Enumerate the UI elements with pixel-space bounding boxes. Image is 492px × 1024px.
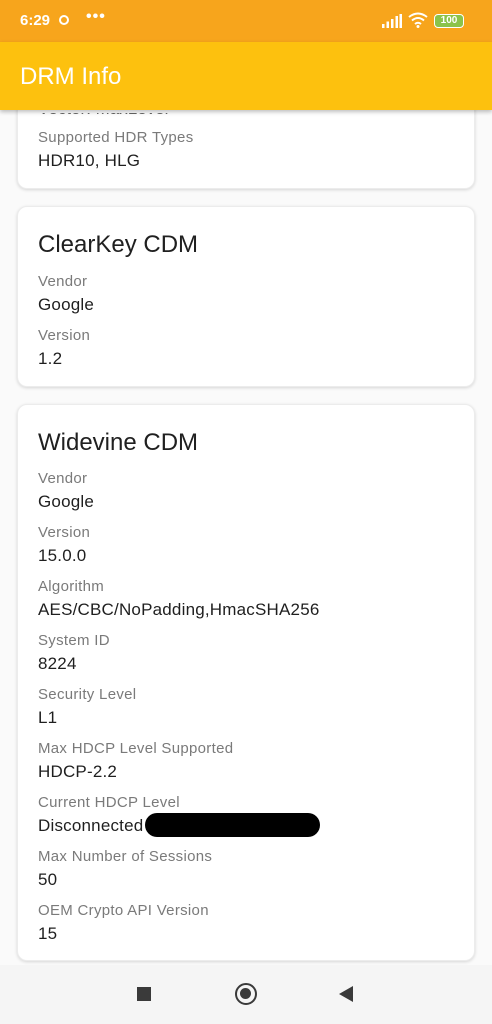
card-title: ClearKey CDM bbox=[38, 231, 199, 258]
field-label: Version bbox=[38, 524, 91, 541]
app-bar: DRM Info bbox=[0, 42, 492, 110]
field-value: 15 bbox=[38, 924, 58, 943]
redaction-bar bbox=[145, 812, 321, 837]
card-title: Widevine CDM bbox=[38, 429, 199, 456]
field-max-sessions: Max Number of Sessions 50 bbox=[38, 848, 212, 891]
field-system-id: System ID 8224 bbox=[38, 632, 110, 675]
widevine-cdm-card: Widevine CDM Vendor Google Version 15.0.… bbox=[17, 404, 475, 961]
field-label: Security Level bbox=[38, 686, 137, 703]
app-title: DRM Info bbox=[20, 63, 122, 90]
field-current-hdcp-level: Current HDCP Level Disconnected bbox=[38, 794, 321, 837]
clearkey-cdm-card: ClearKey CDM Vendor Google Version 1.2 bbox=[17, 206, 475, 387]
signal-icon bbox=[382, 14, 402, 28]
field-value: 8224 bbox=[38, 654, 77, 673]
wifi-icon bbox=[408, 12, 428, 28]
field-value: Google bbox=[38, 492, 95, 511]
field-security-level: Security Level L1 bbox=[38, 686, 136, 729]
field-value: L1 bbox=[38, 708, 58, 727]
field-supported-hdr-types: Supported HDR Types HDR10, HLG bbox=[38, 129, 194, 172]
field-label: Vendor bbox=[38, 273, 88, 290]
field-value: Google bbox=[38, 295, 95, 314]
recents-square-icon[interactable] bbox=[137, 987, 151, 1001]
field-value: AES/CBC/NoPadding,HmacSHA256 bbox=[38, 600, 320, 619]
field-oem-crypto-api-version: OEM Crypto API Version 15 bbox=[38, 902, 209, 945]
home-circle-icon[interactable] bbox=[235, 983, 257, 1005]
battery-icon: 100 bbox=[434, 14, 464, 28]
field-label: Max Number of Sessions bbox=[38, 848, 213, 865]
field-version: Version 1.2 bbox=[38, 327, 90, 370]
hdr-info-card: Vector: MaxLevel Supported HDR Types HDR… bbox=[17, 110, 475, 189]
field-value: 50 bbox=[38, 870, 58, 889]
field-value: 1.2 bbox=[38, 349, 63, 368]
back-triangle-icon[interactable] bbox=[339, 986, 353, 1002]
ring-icon bbox=[59, 15, 69, 25]
field-vendor: Vendor Google bbox=[38, 470, 94, 513]
field-value-row: Disconnected bbox=[38, 812, 321, 837]
field-label: OEM Crypto API Version bbox=[38, 902, 209, 919]
field-value: HDCP-2.2 bbox=[38, 762, 118, 781]
field-label: Max HDCP Level Supported bbox=[38, 740, 234, 757]
field-value: 15.0.0 bbox=[38, 546, 87, 565]
field-version: Version 15.0.0 bbox=[38, 524, 90, 567]
field-label: Version bbox=[38, 327, 91, 344]
field-label: System ID bbox=[38, 632, 110, 649]
field-value: HDR10, HLG bbox=[38, 151, 141, 170]
field-vendor: Vendor Google bbox=[38, 273, 94, 316]
field-algorithm: Algorithm AES/CBC/NoPadding,HmacSHA256 bbox=[38, 578, 320, 621]
cut-off-value: Vector: MaxLevel bbox=[38, 113, 168, 119]
status-time: 6:29 bbox=[20, 12, 51, 29]
field-value: Disconnected bbox=[38, 816, 144, 835]
status-bar: 6:29 ••• 100 bbox=[0, 0, 492, 42]
field-label: Vendor bbox=[38, 470, 88, 487]
system-nav-bar bbox=[0, 965, 492, 1024]
content-scroll-area[interactable]: Vector: MaxLevel Supported HDR Types HDR… bbox=[0, 110, 492, 965]
field-label: Algorithm bbox=[38, 578, 105, 595]
field-label: Current HDCP Level bbox=[38, 794, 180, 811]
field-label: Supported HDR Types bbox=[38, 129, 194, 146]
more-notifications-icon: ••• bbox=[86, 8, 106, 25]
field-max-hdcp-level: Max HDCP Level Supported HDCP-2.2 bbox=[38, 740, 233, 783]
